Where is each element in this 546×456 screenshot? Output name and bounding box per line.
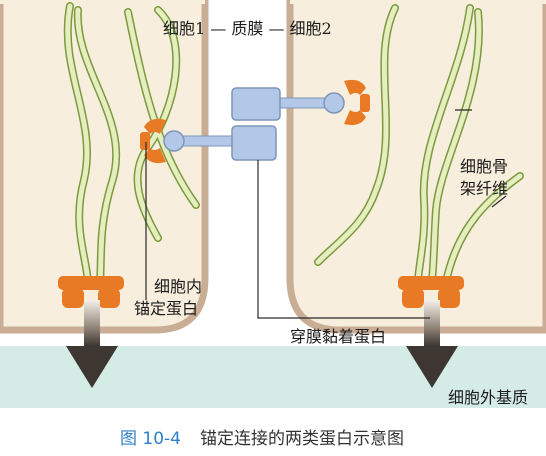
cytoskeleton-label-line-1: 细胞骨	[460, 157, 509, 176]
transmembrane-protein-label: 穿膜黏着蛋白	[290, 327, 387, 346]
anchor-protein-label-line-2: 锚定蛋白	[134, 299, 199, 318]
anchor-protein-label-line-1: 细胞内	[154, 277, 203, 296]
figure-caption: 锚定连接的两类蛋白示意图	[200, 429, 404, 449]
membrane-label: 细胞1 — 质膜 — 细胞2	[163, 19, 332, 38]
cytoskeleton-label-line-2: 架纤维	[460, 179, 509, 198]
extracellular-matrix-label: 细胞外基质	[448, 388, 529, 407]
figure-number: 图 10-4	[120, 429, 181, 449]
